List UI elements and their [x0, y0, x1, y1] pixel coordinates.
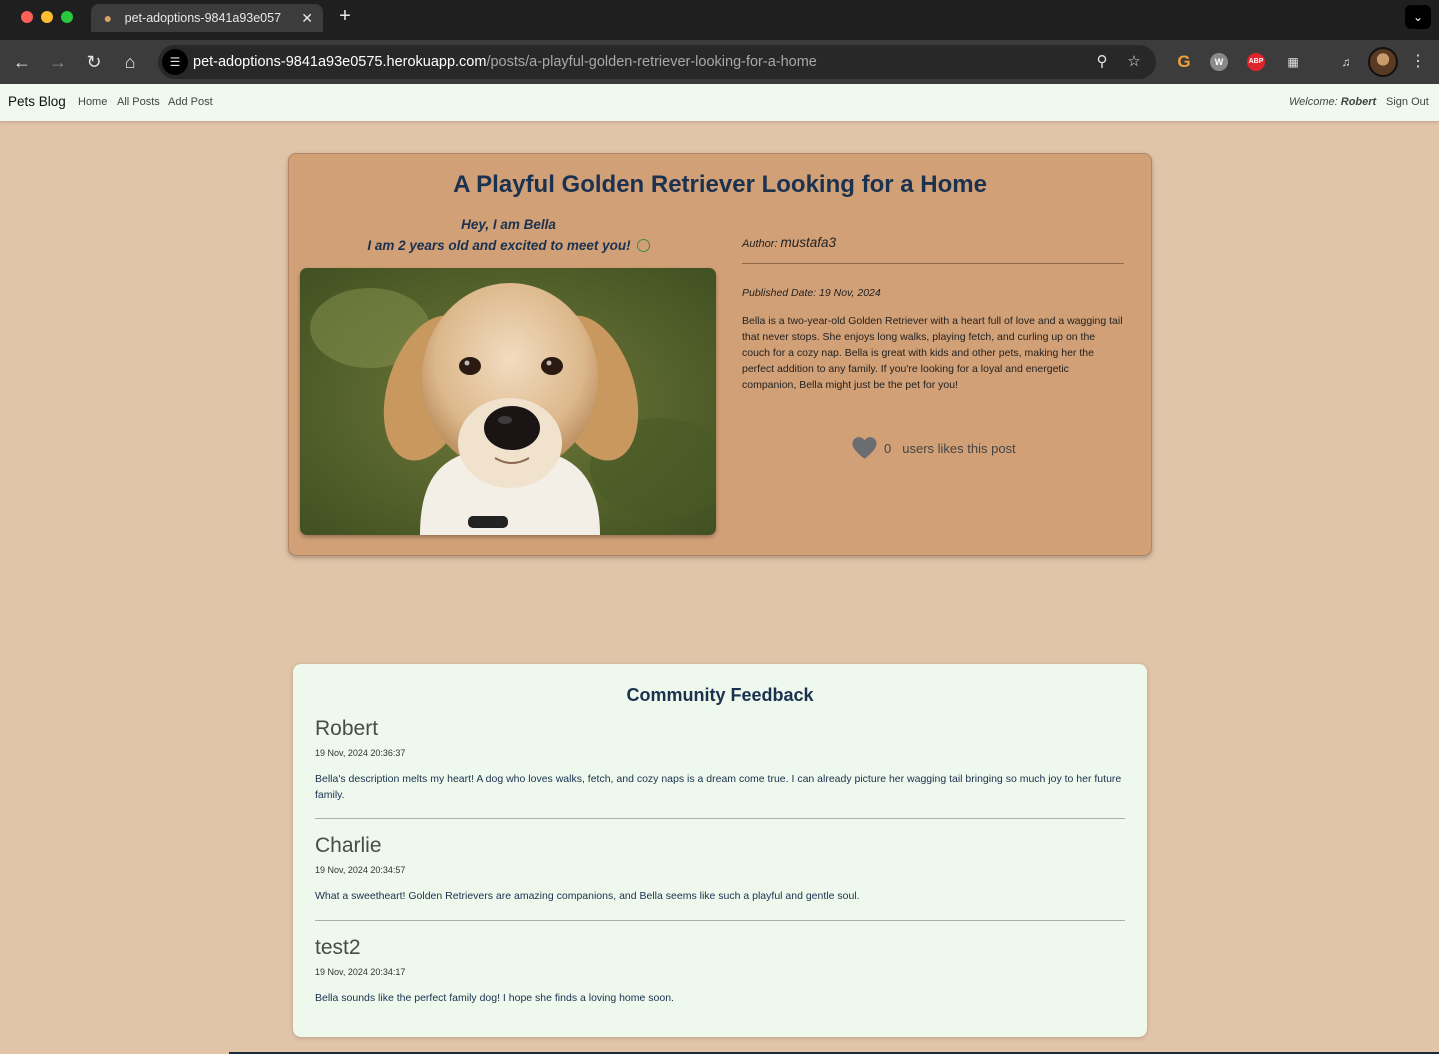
browser-menu-icon[interactable]: ⋮	[1406, 50, 1430, 74]
browser-tab[interactable]: ● pet-adoptions-9841a93e057 ✕	[91, 4, 323, 32]
comment-date: 19 Nov, 2024 20:34:17	[315, 967, 406, 977]
nav-all-posts-link[interactable]: All Posts	[117, 96, 160, 108]
site-navbar: Pets Blog Home All Posts Add Post Welcom…	[0, 84, 1439, 121]
like-label: users likes this post	[902, 440, 1016, 456]
browser-toolbar: ← → ↻ ⌂ ☰ pet-adoptions-9841a93e0575.her…	[0, 40, 1439, 84]
dog-favicon-icon: ●	[103, 10, 113, 26]
likes-section: 0 users likes this post	[851, 436, 1016, 460]
back-arrow-icon[interactable]: ←	[10, 50, 34, 74]
comment-date: 19 Nov, 2024 20:34:57	[315, 865, 406, 875]
address-bar[interactable]: ☰ pet-adoptions-9841a93e0575.herokuapp.c…	[158, 45, 1156, 79]
comment-author: Charlie	[315, 834, 382, 857]
puppy-illustration	[300, 268, 716, 535]
welcome-username: Robert	[1340, 96, 1377, 108]
comment-date: 19 Nov, 2024 20:36:37	[315, 748, 406, 758]
post-description: Bella is a two-year-old Golden Retriever…	[742, 315, 1123, 391]
feedback-title: Community Feedback	[626, 685, 814, 705]
new-tab-icon[interactable]: +	[334, 6, 356, 28]
window-minimize-button[interactable]	[41, 11, 53, 23]
media-queue-icon[interactable]: ♫	[1334, 50, 1358, 74]
tab-title: pet-adoptions-9841a93e057	[124, 11, 282, 25]
nav-home-link[interactable]: Home	[78, 96, 107, 108]
site-settings-icon[interactable]: ☰	[162, 49, 188, 75]
adblock-extension-icon[interactable]: ABP	[1247, 53, 1265, 71]
golden-retriever-puppy-image	[300, 268, 716, 535]
published-date: Published Date: 19 Nov, 2024	[742, 287, 881, 299]
comment-item: Robert 19 Nov, 2024 20:36:37 Bella's des…	[315, 717, 1125, 803]
browser-tab-bar: ● pet-adoptions-9841a93e057 ✕ + ⌄	[0, 0, 1439, 40]
tab-search-chevron-icon[interactable]: ⌄	[1405, 5, 1431, 29]
bookmark-star-icon[interactable]: ☆	[1123, 51, 1145, 73]
meta-divider	[742, 263, 1124, 264]
brand-link[interactable]: Pets Blog	[8, 94, 66, 109]
url-text[interactable]: pet-adoptions-9841a93e0575.herokuapp.com…	[193, 54, 817, 70]
comment-divider	[315, 818, 1125, 819]
comment-divider	[315, 920, 1125, 921]
grammarly-extension-icon[interactable]: G	[1172, 50, 1196, 74]
comment-author: Robert	[315, 717, 379, 740]
community-feedback-card: Community Feedback Robert 19 Nov, 2024 2…	[293, 664, 1147, 1037]
comment-text: Bella's description melts my heart! A do…	[315, 773, 1122, 801]
comment-author: test2	[315, 936, 361, 959]
extensions-puzzle-icon[interactable]: ▦	[1281, 50, 1305, 74]
zoom-icon[interactable]: ⚲	[1091, 51, 1113, 73]
window-maximize-button[interactable]	[61, 11, 73, 23]
pet-intro-name: Hey, I am Bella	[461, 217, 556, 232]
nav-add-post-link[interactable]: Add Post	[168, 96, 213, 108]
smile-icon	[636, 239, 650, 252]
reload-icon[interactable]: ↻	[82, 50, 106, 74]
tab-close-icon[interactable]: ✕	[299, 10, 315, 27]
post-card: A Playful Golden Retriever Looking for a…	[288, 153, 1152, 556]
window-close-button[interactable]	[21, 11, 33, 23]
like-count: 0	[884, 440, 892, 456]
wappalyzer-extension-icon[interactable]: W	[1210, 53, 1228, 71]
forward-arrow-icon[interactable]: →	[46, 50, 70, 74]
welcome-text: Welcome: Robert	[1289, 96, 1377, 108]
author-name: mustafa3	[780, 235, 837, 250]
sign-out-link[interactable]: Sign Out	[1386, 96, 1429, 108]
pet-intro-age: I am 2 years old and excited to meet you…	[301, 238, 716, 253]
comment-item: test2 19 Nov, 2024 20:34:17 Bella sounds…	[315, 936, 1125, 1006]
home-icon[interactable]: ⌂	[118, 50, 142, 74]
post-author: Author: mustafa3	[742, 235, 837, 250]
comment-item: Charlie 19 Nov, 2024 20:34:57 What a swe…	[315, 834, 1125, 904]
comment-text: What a sweetheart! Golden Retrievers are…	[315, 890, 860, 902]
heart-icon[interactable]	[851, 436, 878, 460]
profile-avatar[interactable]	[1368, 47, 1398, 77]
comment-text: Bella sounds like the perfect family dog…	[315, 992, 674, 1004]
post-title: A Playful Golden Retriever Looking for a…	[453, 171, 987, 198]
